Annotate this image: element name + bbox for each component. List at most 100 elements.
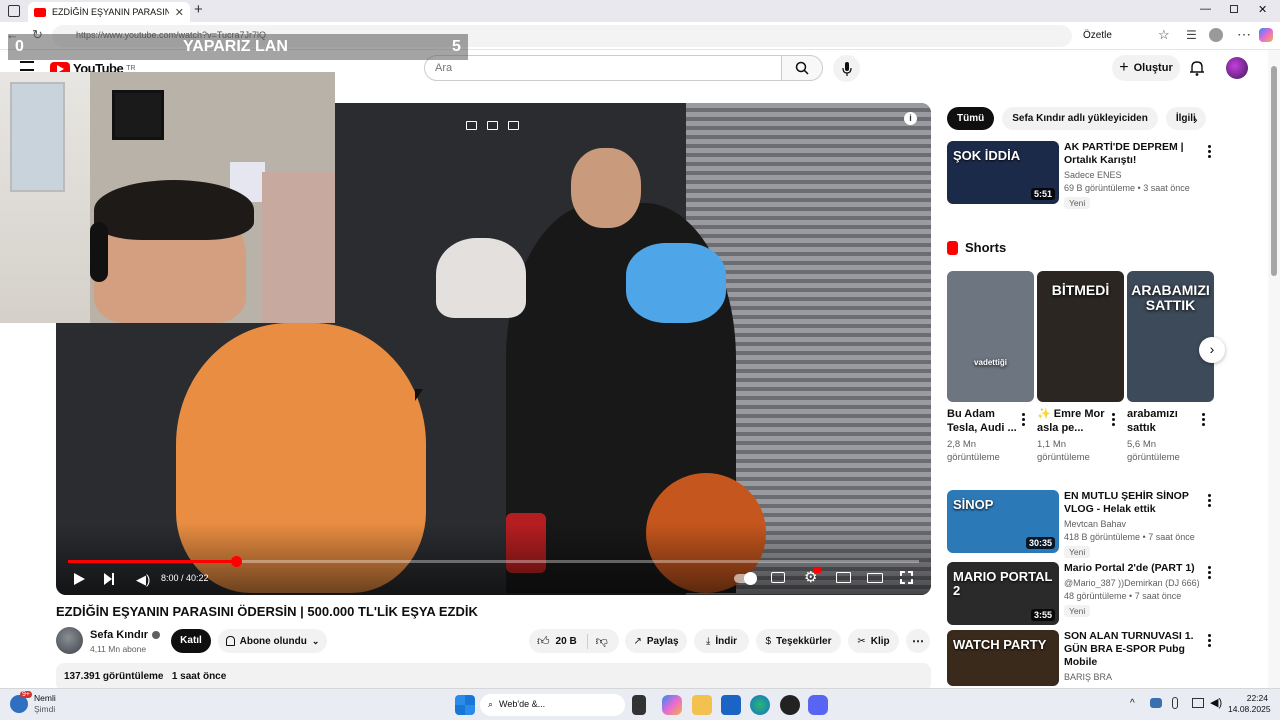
edge-icon[interactable] bbox=[750, 695, 770, 715]
related-thumbnail[interactable]: MARIO PORTAL 2 3:55 bbox=[947, 562, 1059, 625]
file-explorer-icon[interactable] bbox=[692, 695, 712, 715]
thanks-button[interactable]: $ Teşekkürler bbox=[756, 629, 841, 653]
short-thumbnail[interactable]: vadettiği bbox=[947, 271, 1034, 402]
start-windows-icon[interactable] bbox=[455, 695, 475, 715]
more-options-icon[interactable] bbox=[1203, 492, 1215, 508]
tray-network-icon[interactable] bbox=[1150, 698, 1162, 708]
volume-icon[interactable]: ◀) bbox=[136, 572, 150, 588]
channel-name[interactable]: Sefa Kındır bbox=[90, 629, 148, 641]
profile-icon[interactable] bbox=[1209, 28, 1223, 42]
subscribed-button[interactable]: Abone olundu ⌄ bbox=[218, 629, 327, 653]
short-item[interactable]: BİTMEDİ ✨ Emre Mor asla pe... 1,1 Mn görün… bbox=[1037, 271, 1124, 471]
browser-tab[interactable]: EZDİĞİN EŞYANIN PARASINI ÖDE ✕ bbox=[28, 2, 190, 22]
chip-related[interactable]: İlgili bbox=[1165, 107, 1206, 130]
taskbar-search[interactable]: ⌕ Web'de &... bbox=[480, 694, 625, 716]
tray-speaker-icon[interactable]: ◀) bbox=[1210, 696, 1222, 709]
more-options-icon[interactable] bbox=[1203, 632, 1215, 648]
search-button[interactable] bbox=[781, 55, 823, 81]
related-title[interactable]: Mario Portal 2'de (PART 1) bbox=[1064, 562, 1204, 575]
summarize-label[interactable]: Özetle bbox=[1083, 30, 1112, 41]
dislike-button[interactable]: 👎︎ bbox=[588, 634, 608, 649]
short-title[interactable]: arabamızı sattık bbox=[1127, 407, 1199, 435]
miniplayer-top-icon[interactable] bbox=[466, 121, 477, 130]
notifications-bell-icon[interactable] bbox=[1190, 60, 1204, 76]
discord-icon[interactable] bbox=[808, 695, 828, 715]
tray-display-icon[interactable] bbox=[1192, 698, 1204, 708]
related-channel[interactable]: @Mario_387 ))Demirkan (DJ 666) bbox=[1064, 577, 1204, 590]
theater-mode-icon[interactable] bbox=[867, 573, 883, 583]
related-channel[interactable]: BARIŞ BRA bbox=[1064, 671, 1204, 684]
channel-name-row[interactable]: Sefa Kındır bbox=[90, 629, 161, 641]
cast-icon[interactable] bbox=[508, 121, 519, 130]
related-video[interactable]: MARIO PORTAL 2 3:55 Mario Portal 2'de (PAR… bbox=[947, 562, 1217, 628]
progress-track[interactable] bbox=[68, 556, 919, 567]
download-button[interactable]: ⤓ İndir bbox=[694, 629, 749, 653]
related-video[interactable]: SİNOP 30:35 EN MUTLU ŞEHİR SİNOP VLOG - He… bbox=[947, 490, 1217, 558]
video-info-icon[interactable]: i bbox=[904, 112, 917, 125]
related-video[interactable]: ŞOK İDDİA 5:51 AK PARTİ'DE DEPREM | Ortalı… bbox=[947, 141, 1217, 209]
related-thumbnail[interactable]: SİNOP 30:35 bbox=[947, 490, 1059, 553]
copilot-icon[interactable] bbox=[1259, 28, 1273, 42]
related-thumbnail[interactable]: ŞOK İDDİA 5:51 bbox=[947, 141, 1059, 204]
copilot-taskbar-icon[interactable] bbox=[662, 695, 682, 715]
related-video[interactable]: WATCH PARTY SON ALAN TURNUVASI 1. GÜN BRA… bbox=[947, 630, 1217, 686]
chips-next-icon[interactable]: › bbox=[1193, 111, 1198, 127]
miniplayer-icon[interactable] bbox=[836, 572, 851, 583]
page-scrollbar[interactable] bbox=[1268, 50, 1280, 688]
related-thumbnail[interactable]: WATCH PARTY bbox=[947, 630, 1059, 686]
short-item[interactable]: ARABAMIZI SATTIK arabamızı sattık 5,6 Mn g… bbox=[1127, 271, 1214, 471]
more-options-icon[interactable] bbox=[1203, 143, 1215, 159]
close-tab-icon[interactable]: ✕ bbox=[175, 6, 184, 19]
short-thumbnail[interactable]: ARABAMIZI SATTIK bbox=[1127, 271, 1214, 402]
related-channel[interactable]: Sadece ENES bbox=[1064, 169, 1204, 182]
short-title[interactable]: Bu Adam Tesla, Audi ... bbox=[947, 407, 1019, 435]
app-icon[interactable] bbox=[780, 695, 800, 715]
next-button[interactable] bbox=[104, 573, 114, 585]
scrollbar-thumb[interactable] bbox=[1271, 66, 1277, 276]
shorts-next-button[interactable]: › bbox=[1199, 337, 1225, 363]
new-tab-icon[interactable]: + bbox=[194, 1, 203, 18]
queue-icon[interactable] bbox=[487, 121, 498, 130]
more-options-icon[interactable] bbox=[1197, 411, 1209, 427]
chip-from-uploader[interactable]: Sefa Kındır adlı yükleyiciden bbox=[1002, 107, 1158, 130]
channel-avatar[interactable] bbox=[56, 627, 83, 654]
tray-chevron-icon[interactable]: ^ bbox=[1130, 698, 1135, 709]
autoplay-toggle[interactable] bbox=[734, 572, 757, 585]
close-window-icon[interactable]: ✕ bbox=[1258, 3, 1267, 16]
collections-icon[interactable]: ☰ bbox=[1186, 28, 1197, 42]
join-button[interactable]: Katıl bbox=[171, 629, 211, 653]
task-view-icon[interactable] bbox=[632, 695, 646, 715]
create-button[interactable]: + Oluştur bbox=[1112, 55, 1180, 81]
related-title[interactable]: SON ALAN TURNUVASI 1. GÜN BRA E-SPOR Pub… bbox=[1064, 630, 1204, 669]
browser-menu-icon[interactable]: ⋯ bbox=[1237, 26, 1251, 43]
play-button[interactable] bbox=[74, 573, 85, 585]
voice-search-button[interactable] bbox=[833, 55, 860, 82]
share-button[interactable]: ↗ Paylaş bbox=[625, 629, 687, 653]
minimize-icon[interactable]: — bbox=[1200, 3, 1211, 15]
description-box[interactable]: 137.391 görüntüleme 1 saat önce bbox=[56, 663, 931, 691]
related-title[interactable]: AK PARTİ'DE DEPREM | Ortalık Karıştı! bbox=[1064, 141, 1204, 167]
store-icon[interactable] bbox=[721, 695, 741, 715]
favorites-icon[interactable]: ☆ bbox=[1158, 27, 1170, 43]
weather-widget[interactable]: 9+ Nemli Şimdi bbox=[10, 691, 56, 715]
more-actions-button[interactable]: ⋯ bbox=[906, 629, 930, 653]
short-title[interactable]: ✨ Emre Mor asla pe... bbox=[1037, 407, 1109, 435]
account-avatar[interactable] bbox=[1226, 57, 1248, 79]
tray-mic-icon[interactable] bbox=[1172, 697, 1178, 709]
subtitles-icon[interactable] bbox=[771, 572, 785, 583]
search-input[interactable]: Ara bbox=[424, 55, 782, 81]
clock[interactable]: 22:24 14.08.2025 bbox=[1228, 693, 1271, 715]
short-thumbnail[interactable]: BİTMEDİ bbox=[1037, 271, 1124, 402]
clip-button[interactable]: ✂ Klip bbox=[848, 629, 899, 653]
maximize-icon[interactable] bbox=[1230, 5, 1238, 13]
guide-menu-icon[interactable] bbox=[20, 61, 34, 71]
related-channel[interactable]: Mevtcan Bahav bbox=[1064, 518, 1204, 531]
more-options-icon[interactable] bbox=[1107, 411, 1119, 427]
more-options-icon[interactable] bbox=[1203, 564, 1215, 580]
more-options-icon[interactable] bbox=[1017, 411, 1029, 427]
fullscreen-icon[interactable] bbox=[900, 571, 913, 584]
window-menu-icon[interactable] bbox=[8, 5, 20, 17]
related-title[interactable]: EN MUTLU ŞEHİR SİNOP VLOG - Helak ettik bbox=[1064, 490, 1204, 516]
like-button[interactable]: 👍︎ 20 B bbox=[537, 633, 588, 649]
chip-all[interactable]: Tümü bbox=[947, 107, 995, 130]
